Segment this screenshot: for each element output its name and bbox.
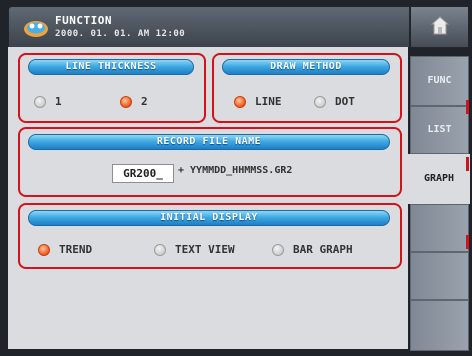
initial-display-option-trend[interactable]: TREND	[38, 243, 92, 256]
home-icon	[431, 16, 449, 35]
tab-graph[interactable]: GRAPH	[408, 154, 470, 204]
datetime-display: 2000. 01. 01. AM 12:00	[55, 29, 186, 39]
tab-empty-2[interactable]	[410, 252, 469, 300]
tab-empty-3[interactable]	[410, 300, 469, 351]
callout-marker	[466, 100, 469, 114]
tab-empty-1[interactable]	[410, 204, 469, 252]
title-bar: FUNCTION 2000. 01. 01. AM 12:00	[8, 6, 410, 48]
radio-button[interactable]	[272, 243, 284, 256]
screen: FUNCTION 2000. 01. 01. AM 12:00 LINE THI…	[0, 0, 472, 356]
option-label: TREND	[59, 243, 93, 256]
home-button[interactable]	[410, 6, 469, 48]
function-panel: LINE THICKNESS 1 2 DRAW METHOD LINE DOT …	[8, 47, 408, 349]
callout-marker	[466, 235, 469, 249]
radio-button[interactable]	[314, 95, 326, 108]
option-label: 1	[55, 95, 62, 108]
option-label: BAR GRAPH	[293, 243, 353, 256]
option-label: 2	[141, 95, 148, 108]
radio-button-selected[interactable]	[234, 95, 246, 108]
draw-method-title: DRAW METHOD	[222, 59, 390, 75]
file-name-input[interactable]: GR200_	[112, 164, 174, 183]
radio-button[interactable]	[34, 95, 46, 108]
initial-display-option-text-view[interactable]: TEXT VIEW	[154, 243, 235, 256]
draw-method-option-line[interactable]: LINE	[234, 95, 282, 108]
file-name-suffix: + YYMMDD_HHMMSS.GR2	[178, 165, 293, 176]
device-logo-icon	[23, 16, 49, 38]
tab-func[interactable]: FUNC	[410, 56, 469, 106]
record-file-name-title: RECORD FILE NAME	[28, 134, 390, 150]
callout-marker	[466, 157, 469, 171]
page-title: FUNCTION	[55, 14, 112, 27]
initial-display-option-bar-graph[interactable]: BAR GRAPH	[272, 243, 353, 256]
radio-button-selected[interactable]	[120, 95, 132, 108]
line-thickness-option-1[interactable]: 1	[34, 95, 62, 108]
draw-method-option-dot[interactable]: DOT	[314, 95, 355, 108]
radio-button-selected[interactable]	[38, 243, 50, 256]
line-thickness-option-2[interactable]: 2	[120, 95, 148, 108]
initial-display-title: INITIAL DISPLAY	[28, 210, 390, 226]
option-label: TEXT VIEW	[175, 243, 235, 256]
option-label: DOT	[335, 95, 355, 108]
radio-button[interactable]	[154, 243, 166, 256]
option-label: LINE	[255, 95, 282, 108]
line-thickness-title: LINE THICKNESS	[28, 59, 194, 75]
tab-list[interactable]: LIST	[410, 106, 469, 154]
